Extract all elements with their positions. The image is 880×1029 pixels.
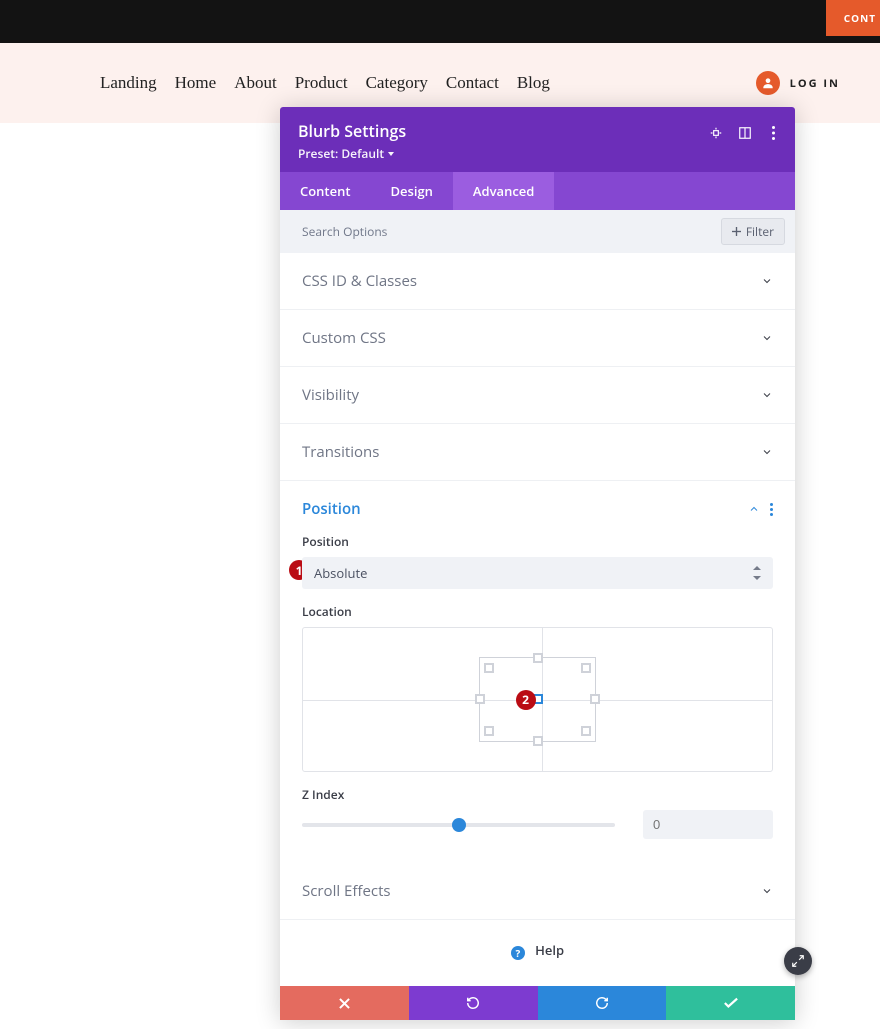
chevron-down-icon: [761, 275, 773, 287]
anchor-tl[interactable]: [484, 663, 494, 673]
nav-item-landing[interactable]: Landing: [100, 73, 157, 93]
anchor-bl[interactable]: [484, 726, 494, 736]
section-position: Position Position 1 Absolute Location: [280, 481, 795, 863]
tab-content[interactable]: Content: [280, 172, 370, 210]
search-row: Search Options Filter: [280, 210, 795, 253]
more-icon[interactable]: [770, 503, 773, 516]
z-index-slider[interactable]: [302, 823, 615, 827]
nav-item-category[interactable]: Category: [366, 73, 428, 93]
anchor-tr[interactable]: [581, 663, 591, 673]
accordion-scroll-effects[interactable]: Scroll Effects: [280, 863, 795, 920]
label-position: Position: [302, 533, 773, 550]
help-row[interactable]: ? Help: [280, 920, 795, 986]
redo-button[interactable]: [538, 986, 667, 1020]
label-z-index: Z Index: [302, 786, 773, 803]
accordion-title: Visibility: [302, 385, 359, 405]
undo-button[interactable]: [409, 986, 538, 1020]
accordion-visibility[interactable]: Visibility: [280, 367, 795, 424]
anchor-ml[interactable]: [475, 694, 485, 704]
footer-actions: [280, 986, 795, 1020]
chevron-down-icon: [761, 885, 773, 897]
filter-label: Filter: [746, 223, 774, 240]
login-label: LOG IN: [790, 76, 840, 91]
top-bar: CONT: [0, 0, 880, 43]
location-picker[interactable]: 2: [302, 627, 773, 772]
chevron-down-icon: [761, 389, 773, 401]
accordion-title: Transitions: [302, 442, 379, 462]
check-icon: [724, 997, 738, 1009]
drag-icon[interactable]: [708, 125, 723, 140]
close-icon: [339, 998, 350, 1009]
nav-item-home[interactable]: Home: [175, 73, 217, 93]
save-button[interactable]: [666, 986, 795, 1020]
contact-button[interactable]: CONT: [826, 0, 880, 36]
fab-expand[interactable]: [784, 947, 812, 975]
anchor-mr[interactable]: [590, 694, 600, 704]
chevron-down-icon: [761, 446, 773, 458]
redo-icon: [595, 996, 609, 1010]
header-actions: [708, 125, 781, 140]
preset-selector[interactable]: Preset: Default: [298, 145, 777, 162]
filter-button[interactable]: Filter: [721, 218, 785, 245]
label-location: Location: [302, 603, 773, 620]
search-input[interactable]: Search Options: [302, 223, 387, 240]
nav-links: Landing Home About Product Category Cont…: [100, 73, 550, 93]
z-index-input[interactable]: [643, 810, 773, 839]
expand-arrows-icon: [791, 954, 805, 968]
undo-icon: [466, 996, 480, 1010]
tab-advanced[interactable]: Advanced: [453, 172, 554, 210]
nav-item-contact[interactable]: Contact: [446, 73, 499, 93]
chevron-down-icon: [761, 332, 773, 344]
panel-title: Blurb Settings: [298, 120, 777, 142]
accordion-title: CSS ID & Classes: [302, 271, 417, 291]
nav-item-about[interactable]: About: [234, 73, 277, 93]
position-section-title[interactable]: Position: [302, 499, 361, 519]
accordion-css-id[interactable]: CSS ID & Classes: [280, 253, 795, 310]
tab-design[interactable]: Design: [370, 172, 452, 210]
settings-panel: Blurb Settings Preset: Default Content D…: [280, 107, 795, 1020]
position-select[interactable]: Absolute: [302, 557, 773, 589]
annotation-badge-2: 2: [516, 690, 536, 710]
nav-item-product[interactable]: Product: [295, 73, 348, 93]
help-icon: ?: [511, 946, 525, 960]
more-icon[interactable]: [766, 125, 781, 140]
plus-icon: [732, 227, 741, 236]
expand-icon[interactable]: [737, 125, 752, 140]
chevron-up-icon[interactable]: [748, 503, 760, 515]
nav-item-blog[interactable]: Blog: [517, 73, 550, 93]
cancel-button[interactable]: [280, 986, 409, 1020]
anchor-br[interactable]: [581, 726, 591, 736]
accordion-transitions[interactable]: Transitions: [280, 424, 795, 481]
slider-thumb[interactable]: [452, 818, 466, 832]
accordion-title: Scroll Effects: [302, 881, 391, 901]
accordion-custom-css[interactable]: Custom CSS: [280, 310, 795, 367]
panel-header: Blurb Settings Preset: Default: [280, 107, 795, 172]
anchor-bc[interactable]: [533, 736, 543, 746]
login[interactable]: LOG IN: [756, 71, 840, 95]
accordion-title: Custom CSS: [302, 328, 386, 348]
anchor-tc[interactable]: [533, 653, 543, 663]
tabs: Content Design Advanced: [280, 172, 795, 210]
help-label: Help: [535, 941, 564, 959]
user-icon: [756, 71, 780, 95]
